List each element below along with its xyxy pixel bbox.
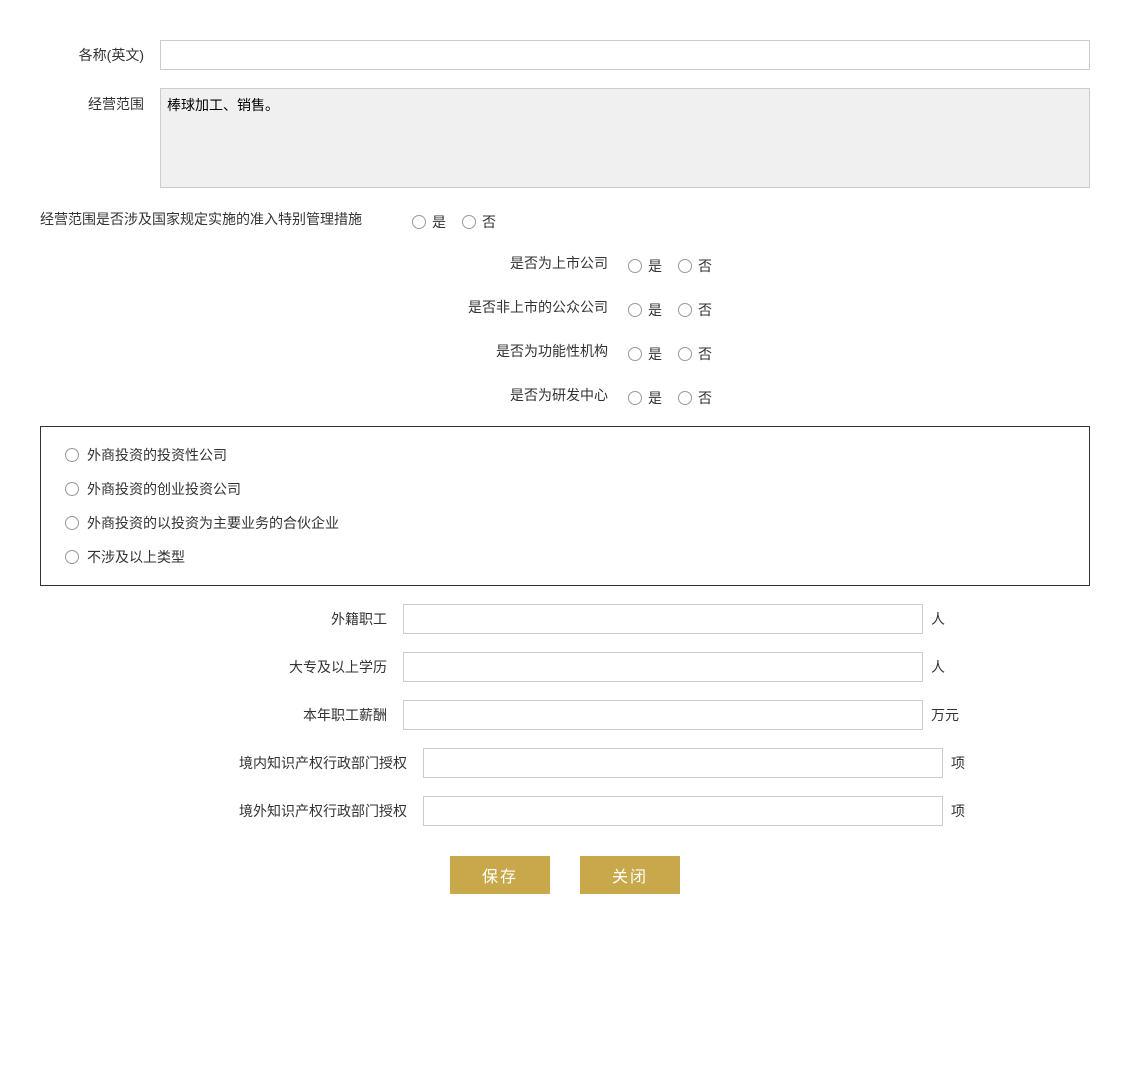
public-company-radio-group: 是 否 — [628, 294, 722, 320]
public-yes-label[interactable]: 是 — [648, 300, 662, 320]
rd-center-no-radio[interactable] — [678, 391, 692, 405]
investment-type-4-radio[interactable] — [65, 550, 79, 564]
special-mgmt-yes-label[interactable]: 是 — [432, 212, 446, 232]
annual-salary-label: 本年职工薪酬 — [167, 705, 387, 725]
form-container: 各称(英文) 经营范围 棒球加工、销售。 经营范围是否涉及国家规定实施的准入特别… — [40, 20, 1090, 914]
close-button[interactable]: 关闭 — [580, 856, 680, 894]
special-mgmt-no-label[interactable]: 否 — [482, 212, 496, 232]
public-company-no-radio[interactable] — [678, 303, 692, 317]
listed-yes-label[interactable]: 是 — [648, 256, 662, 276]
special-mgmt-label: 经营范围是否涉及国家规定实施的准入特别管理措施 — [40, 209, 382, 229]
annual-salary-row: 本年职工薪酬 万元 — [40, 700, 1090, 730]
rd-center-row: 是否为研发中心 是 否 — [40, 382, 1090, 408]
rd-center-radio-group: 是 否 — [628, 382, 722, 408]
investment-type-2-label[interactable]: 外商投资的创业投资公司 — [87, 479, 241, 499]
college-edu-row: 大专及以上学历 人 — [40, 652, 1090, 682]
foreign-ip-row: 境外知识产权行政部门授权 项 — [40, 796, 1090, 826]
name-en-input[interactable] — [160, 40, 1090, 70]
functional-org-yes-radio[interactable] — [628, 347, 642, 361]
foreign-staff-row: 外籍职工 人 — [40, 604, 1090, 634]
investment-type-3-radio[interactable] — [65, 516, 79, 530]
functional-org-label: 是否为功能性机构 — [408, 341, 608, 361]
business-scope-row: 经营范围 棒球加工、销售。 — [40, 88, 1090, 188]
special-mgmt-yes-radio[interactable] — [412, 215, 426, 229]
listed-company-no-radio[interactable] — [678, 259, 692, 273]
foreign-ip-label: 境外知识产权行政部门授权 — [147, 801, 407, 821]
investment-type-3-label[interactable]: 外商投资的以投资为主要业务的合伙企业 — [87, 513, 339, 533]
functional-yes-label[interactable]: 是 — [648, 344, 662, 364]
investment-type-4-label[interactable]: 不涉及以上类型 — [87, 547, 185, 567]
special-mgmt-row: 经营范围是否涉及国家规定实施的准入特别管理措施 是 否 — [40, 206, 1090, 232]
investment-type-1-radio[interactable] — [65, 448, 79, 462]
button-row: 保存 关闭 — [40, 856, 1090, 894]
investment-type-2-radio[interactable] — [65, 482, 79, 496]
name-en-row: 各称(英文) — [40, 40, 1090, 70]
college-edu-unit: 人 — [923, 657, 963, 677]
listed-company-radio-group: 是 否 — [628, 250, 722, 276]
rd-no-label[interactable]: 否 — [698, 388, 712, 408]
business-scope-label: 经营范围 — [40, 88, 160, 114]
public-company-label: 是否非上市的公众公司 — [408, 297, 608, 317]
business-scope-textarea[interactable]: 棒球加工、销售。 — [160, 88, 1090, 188]
college-edu-input[interactable] — [403, 652, 923, 682]
investment-option-4: 不涉及以上类型 — [65, 547, 1065, 567]
save-button[interactable]: 保存 — [450, 856, 550, 894]
foreign-ip-input[interactable] — [423, 796, 943, 826]
special-mgmt-no-radio[interactable] — [462, 215, 476, 229]
domestic-ip-label: 境内知识产权行政部门授权 — [147, 753, 407, 773]
functional-org-no-radio[interactable] — [678, 347, 692, 361]
listed-company-label: 是否为上市公司 — [408, 253, 608, 273]
public-company-yes-radio[interactable] — [628, 303, 642, 317]
rd-yes-label[interactable]: 是 — [648, 388, 662, 408]
investment-type-box: 外商投资的投资性公司 外商投资的创业投资公司 外商投资的以投资为主要业务的合伙企… — [40, 426, 1090, 586]
domestic-ip-unit: 项 — [943, 753, 983, 773]
rd-center-label: 是否为研发中心 — [408, 385, 608, 405]
annual-salary-input[interactable] — [403, 700, 923, 730]
name-en-label: 各称(英文) — [40, 45, 160, 65]
functional-org-radio-group: 是 否 — [628, 338, 722, 364]
listed-no-label[interactable]: 否 — [698, 256, 712, 276]
listed-company-yes-radio[interactable] — [628, 259, 642, 273]
domestic-ip-input[interactable] — [423, 748, 943, 778]
investment-type-1-label[interactable]: 外商投资的投资性公司 — [87, 445, 227, 465]
foreign-staff-unit: 人 — [923, 609, 963, 629]
rd-center-yes-radio[interactable] — [628, 391, 642, 405]
investment-option-2: 外商投资的创业投资公司 — [65, 479, 1065, 499]
annual-salary-unit: 万元 — [923, 705, 963, 725]
foreign-staff-label: 外籍职工 — [167, 609, 387, 629]
public-company-row: 是否非上市的公众公司 是 否 — [40, 294, 1090, 320]
listed-company-row: 是否为上市公司 是 否 — [40, 250, 1090, 276]
public-no-label[interactable]: 否 — [698, 300, 712, 320]
functional-no-label[interactable]: 否 — [698, 344, 712, 364]
foreign-staff-input[interactable] — [403, 604, 923, 634]
special-mgmt-radio-group: 是 否 — [412, 206, 506, 232]
investment-option-3: 外商投资的以投资为主要业务的合伙企业 — [65, 513, 1065, 533]
domestic-ip-row: 境内知识产权行政部门授权 项 — [40, 748, 1090, 778]
foreign-ip-unit: 项 — [943, 801, 983, 821]
college-edu-label: 大专及以上学历 — [167, 657, 387, 677]
functional-org-row: 是否为功能性机构 是 否 — [40, 338, 1090, 364]
investment-option-1: 外商投资的投资性公司 — [65, 445, 1065, 465]
